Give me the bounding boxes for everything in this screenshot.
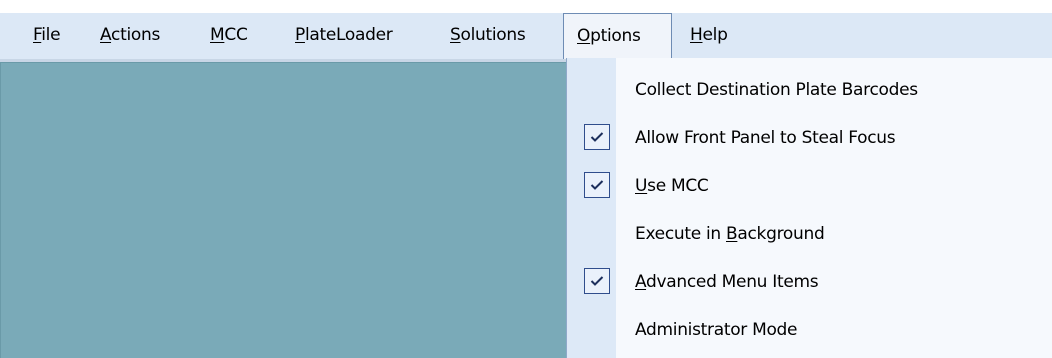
menu-file-accelerator: F <box>33 25 42 45</box>
menu-item-label: Collect Destination Plate Barcodes <box>635 80 918 100</box>
menu-item-label: Administrator Mode <box>635 320 798 340</box>
menu-bar: File Actions MCC PlateLoader Solutions O… <box>0 0 1052 62</box>
menu-plateloader[interactable]: PlateLoader <box>295 13 393 59</box>
menu-help[interactable]: Help <box>690 13 728 59</box>
menu-plateloader-label: lateLoader <box>304 25 393 45</box>
checkmark-icon <box>584 124 610 150</box>
menu-options[interactable]: Options <box>563 13 672 59</box>
menu-actions[interactable]: Actions <box>100 13 160 59</box>
menu-actions-label: ctions <box>111 25 160 45</box>
menu-item-advanced-menu-items[interactable]: Advanced Menu Items <box>567 258 1052 306</box>
menu-solutions-label: olutions <box>460 25 526 45</box>
menu-options-accelerator: O <box>577 26 591 46</box>
menu-item-allow-front-panel-to-steal-focus[interactable]: Allow Front Panel to Steal Focus <box>567 114 1052 162</box>
menu-item-execute-in-background[interactable]: Execute in Background <box>567 210 1052 258</box>
menu-plateloader-accelerator: P <box>295 25 305 45</box>
menu-file[interactable]: File <box>33 13 61 59</box>
menu-file-label: ile <box>41 25 61 45</box>
workspace-area <box>0 62 566 358</box>
menu-item-administrator-mode[interactable]: Administrator Mode <box>567 306 1052 354</box>
menu-actions-accelerator: A <box>100 25 112 45</box>
menu-mcc-accelerator: M <box>210 25 225 45</box>
menu-item-label: Advanced Menu Items <box>635 272 819 292</box>
checkmark-icon <box>584 268 610 294</box>
menu-help-label: elp <box>702 25 728 45</box>
menu-item-label: Execute in Background <box>635 224 825 244</box>
menu-mcc[interactable]: MCC <box>210 13 248 59</box>
menu-mcc-label: CC <box>224 25 248 45</box>
menu-help-accelerator: H <box>690 25 703 45</box>
menu-solutions[interactable]: Solutions <box>450 13 526 59</box>
menu-options-label: ptions <box>590 26 641 46</box>
menu-solutions-accelerator: S <box>450 25 461 45</box>
options-dropdown-menu: Collect Destination Plate Barcodes Allow… <box>566 58 1052 358</box>
checkmark-icon <box>584 172 610 198</box>
menu-item-label: Allow Front Panel to Steal Focus <box>635 128 896 148</box>
menu-item-use-mcc[interactable]: Use MCC <box>567 162 1052 210</box>
menu-item-label: Use MCC <box>635 176 709 196</box>
menu-item-collect-destination-plate-barcodes[interactable]: Collect Destination Plate Barcodes <box>567 66 1052 114</box>
